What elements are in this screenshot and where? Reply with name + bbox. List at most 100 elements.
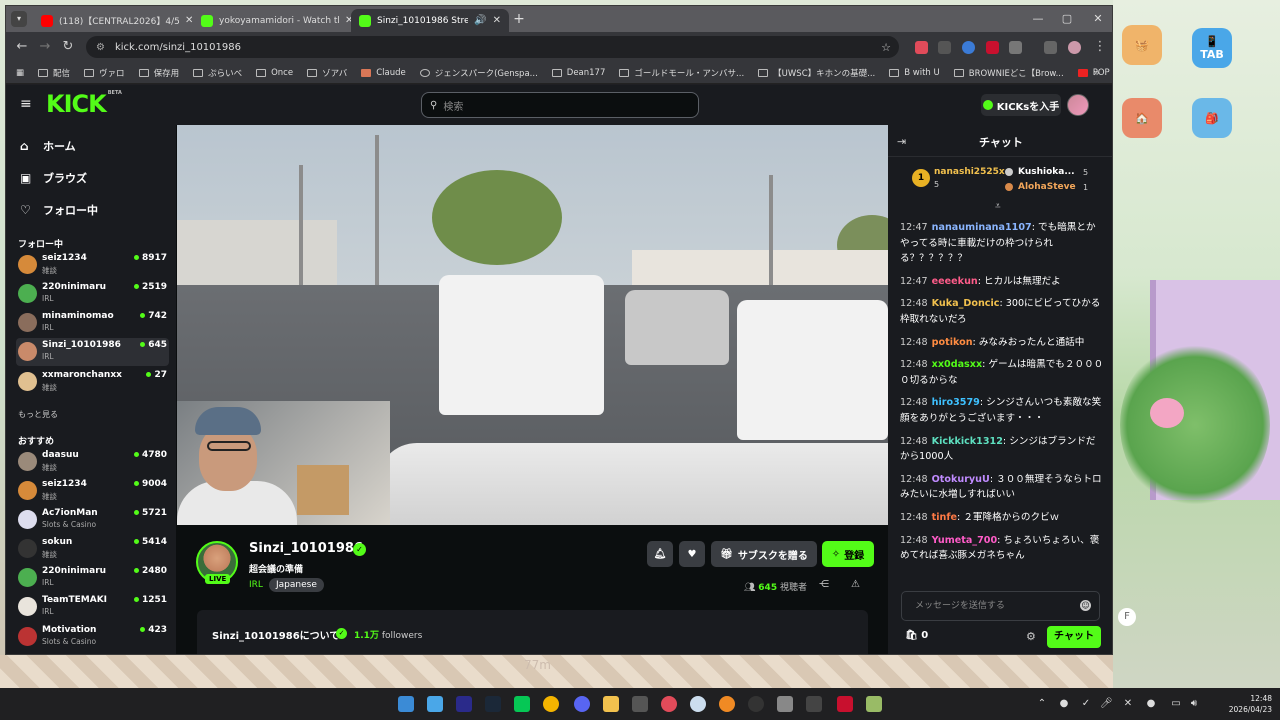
- following-channel[interactable]: xxmaronchanxx 雑談 27: [16, 368, 169, 396]
- clock[interactable]: 12:48 2026/04/23: [1220, 693, 1272, 715]
- following-channel[interactable]: minaminomao IRL 742: [16, 309, 169, 337]
- share-icon[interactable]: ⋲: [819, 579, 829, 590]
- bookmark-link[interactable]: ゴールドモール・アンバサ...: [619, 67, 744, 79]
- following-channel-active[interactable]: Sinzi_10101986 IRL 645: [16, 338, 169, 366]
- microphone-icon[interactable]: 🎤︎: [1100, 698, 1113, 710]
- chat-username[interactable]: tinfe: [932, 512, 957, 523]
- browser-tab-sinzi[interactable]: Sinzi_10101986 Stream - W... 🔊 ✕: [351, 9, 509, 32]
- back-button[interactable]: ←: [14, 39, 30, 55]
- windows-start-icon[interactable]: [398, 696, 414, 712]
- app-icon[interactable]: [777, 696, 793, 712]
- nav-home[interactable]: ⌂ ホーム: [20, 136, 76, 156]
- close-icon[interactable]: ✕: [493, 15, 501, 26]
- recommended-channel[interactable]: 220ninimaru IRL 2480: [16, 564, 169, 592]
- bookmark-star-icon[interactable]: ☆: [881, 41, 891, 54]
- app-icon[interactable]: [690, 696, 706, 712]
- app-icon[interactable]: [427, 696, 443, 712]
- bookmark-folder[interactable]: ヴァロ: [84, 67, 125, 79]
- emoji-icon[interactable]: ☺: [1080, 600, 1091, 611]
- app-icon[interactable]: [748, 696, 764, 712]
- tray-app-icon[interactable]: ●: [1145, 698, 1157, 710]
- favorite-button[interactable]: ♥: [679, 541, 705, 567]
- recommended-channel[interactable]: daasuu 雑談 4780: [16, 448, 169, 476]
- chat-username[interactable]: Yumeta_700: [932, 535, 997, 546]
- show-more-link[interactable]: もっと見る: [18, 409, 58, 420]
- folder-icon[interactable]: [603, 696, 619, 712]
- tray-app-icon[interactable]: ●: [1058, 698, 1070, 710]
- chat-username[interactable]: Kickkick1312: [932, 436, 1003, 447]
- tray-app-icon[interactable]: ✓: [1080, 698, 1092, 710]
- steam-icon[interactable]: [485, 696, 501, 712]
- bookmark-folder[interactable]: 保存用: [138, 67, 179, 79]
- gift-subscription-button[interactable]: 🎁︎ サブスクを贈る: [711, 541, 817, 567]
- extension-icon[interactable]: [962, 41, 975, 54]
- app-icon[interactable]: [456, 696, 472, 712]
- recommended-channel[interactable]: TeamTEMAKI IRL 1251: [16, 593, 169, 621]
- menu-icon[interactable]: ⋮: [1092, 39, 1108, 55]
- kick-logo[interactable]: KICK BETA: [46, 90, 122, 118]
- chat-message-input[interactable]: メッセージを送信する ☺: [901, 591, 1100, 621]
- bookmark-link[interactable]: Claude: [361, 68, 406, 78]
- bookmark-link[interactable]: ジェンスパーク(Genspa...: [419, 67, 538, 79]
- minimize-button[interactable]: —: [1028, 10, 1048, 28]
- chrome-icon[interactable]: [543, 696, 559, 712]
- apps-icon[interactable]: ▦: [16, 68, 24, 78]
- app-icon[interactable]: [866, 696, 882, 712]
- hamburger-menu-icon[interactable]: ≡: [20, 97, 34, 111]
- forward-button[interactable]: →: [37, 39, 53, 55]
- get-kicks-button[interactable]: KICKsを入手: [981, 94, 1061, 116]
- game-house-icon[interactable]: 🏠: [1122, 98, 1162, 138]
- game-tab-button[interactable]: 📱 TAB: [1192, 28, 1232, 68]
- bookmark-link[interactable]: 【UWSC】キホンの基礎...: [758, 67, 875, 79]
- nav-following[interactable]: ♡ フォロー中: [20, 200, 98, 220]
- chat-username[interactable]: xx0dasxx: [932, 359, 982, 370]
- follow-button[interactable]: ✧ 登録: [822, 541, 874, 567]
- chat-username[interactable]: nanauminana1107: [932, 222, 1032, 233]
- search-input[interactable]: ⚲ 検索: [421, 92, 699, 118]
- line-icon[interactable]: [514, 696, 530, 712]
- bookmark-link[interactable]: B with U: [889, 68, 940, 78]
- streamer-name[interactable]: Sinzi_10101986: [249, 541, 363, 556]
- following-channel[interactable]: 220ninimaru IRL 2519: [16, 280, 169, 308]
- tab-search-button[interactable]: ▾: [11, 11, 27, 27]
- address-bar[interactable]: ⚙ kick.com/sinzi_10101986 ☆: [86, 36, 899, 58]
- browser-tab-youtube[interactable]: (118)【CENTRAL2026】4/5(SUN) ✕: [33, 9, 201, 32]
- window-close-button[interactable]: ✕: [1088, 10, 1108, 28]
- game-bag-icon[interactable]: 🎒: [1192, 98, 1232, 138]
- profile-icon[interactable]: [1068, 41, 1081, 54]
- chat-send-button[interactable]: チャット: [1047, 626, 1101, 648]
- media-icon[interactable]: [1044, 41, 1057, 54]
- recommended-channel[interactable]: Motivation Slots & Casino 423: [16, 623, 169, 651]
- chat-username[interactable]: Kuka_Doncic: [932, 298, 1000, 309]
- app-icon[interactable]: [661, 696, 677, 712]
- app-icon[interactable]: [806, 696, 822, 712]
- speaker-icon[interactable]: 🔊: [474, 15, 486, 26]
- following-channel[interactable]: seiz1234 雑談 8917: [16, 251, 169, 279]
- expand-leaderboard-icon[interactable]: ⩡: [995, 201, 1001, 212]
- language-tag[interactable]: Japanese: [269, 578, 324, 592]
- leaderboard-third-name[interactable]: AlohaSteve: [1018, 182, 1076, 192]
- extension-icon[interactable]: [915, 41, 928, 54]
- game-shop-icon[interactable]: 🧺: [1122, 25, 1162, 65]
- leaderboard-first-name[interactable]: nanashi2525x: [934, 167, 1005, 177]
- warning-icon[interactable]: ⚠: [851, 579, 860, 590]
- new-tab-button[interactable]: +: [511, 11, 527, 27]
- reload-button[interactable]: ↻: [60, 39, 76, 55]
- chevron-up-icon[interactable]: ⌃: [1036, 698, 1048, 710]
- volume-icon[interactable]: 🔊︎: [1188, 698, 1200, 710]
- recommended-channel[interactable]: sokun 雑談 5414: [16, 535, 169, 563]
- user-avatar[interactable]: [1067, 94, 1089, 116]
- browser-tab-yokoyama[interactable]: yokoyamamidori - Watch the V... ✕: [193, 9, 361, 32]
- bookmark-folder[interactable]: 配信: [38, 67, 70, 79]
- bookmark-folder[interactable]: ゾアバ: [307, 67, 347, 79]
- site-info-icon[interactable]: ⚙: [96, 42, 105, 53]
- bookmark-folder[interactable]: Once: [256, 68, 293, 78]
- app-icon[interactable]: [719, 696, 735, 712]
- puzzle-icon[interactable]: [1009, 41, 1022, 54]
- tray-app-icon[interactable]: ✕: [1122, 698, 1134, 710]
- app-icon[interactable]: [632, 696, 648, 712]
- bookmark-link[interactable]: Dean177: [551, 68, 605, 78]
- recommended-channel[interactable]: seiz1234 雑談 9004: [16, 477, 169, 505]
- app-icon[interactable]: [837, 696, 853, 712]
- chat-username[interactable]: eeeekun: [932, 276, 978, 287]
